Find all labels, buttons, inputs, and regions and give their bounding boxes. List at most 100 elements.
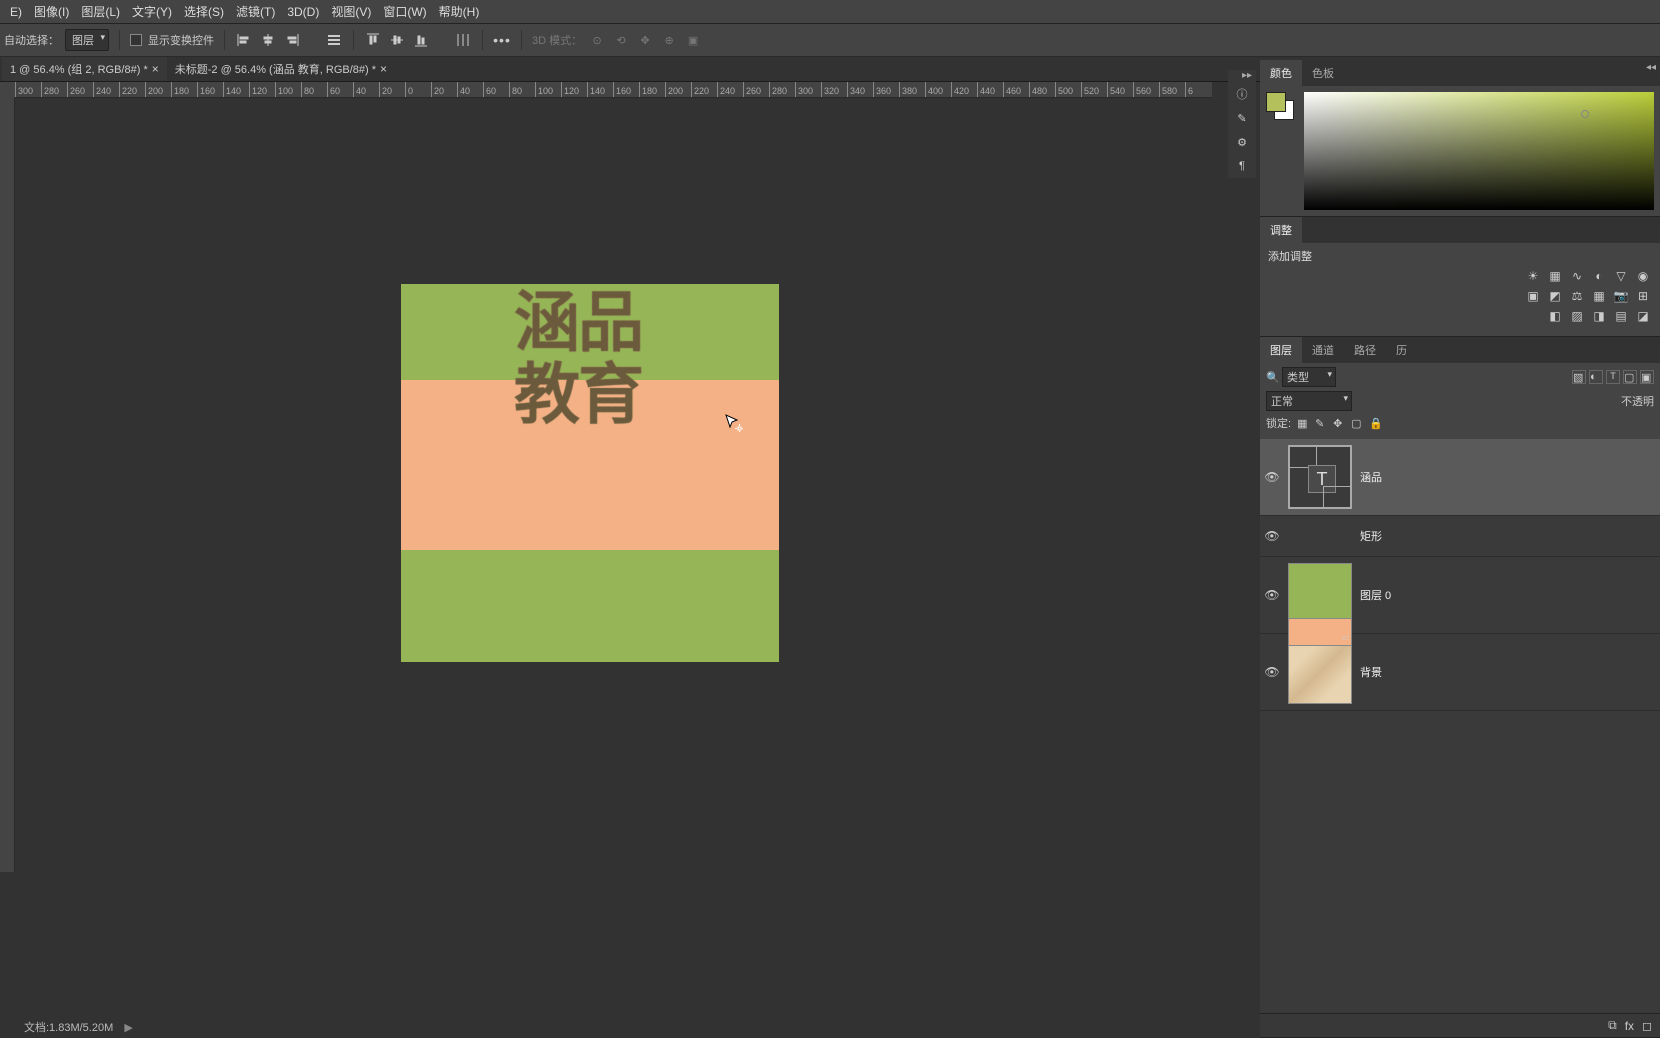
menu-window[interactable]: 窗口(W) [377, 0, 432, 23]
curves-icon[interactable]: ∿ [1568, 268, 1586, 284]
camera-icon[interactable]: 📷 [1612, 288, 1630, 304]
visibility-icon[interactable]: 👁 [1264, 529, 1280, 543]
tab-color[interactable]: 颜色 [1260, 60, 1302, 86]
align-right-icon[interactable] [283, 31, 301, 49]
align-bottom-icon[interactable] [412, 31, 430, 49]
tab-history[interactable]: 历 [1386, 337, 1417, 363]
menu-select[interactable]: 选择(S) [178, 0, 230, 23]
invert-icon[interactable]: ◧ [1546, 308, 1564, 324]
layer-mask-icon[interactable]: ◻ [1642, 1019, 1652, 1033]
filter-adjust-icon[interactable]: ◐ [1589, 370, 1603, 384]
show-transform-checkbox[interactable] [130, 34, 142, 46]
menu-edit[interactable]: E) [4, 2, 28, 22]
gradient-map-icon[interactable]: ▤ [1612, 308, 1630, 324]
3d-camera-icon[interactable]: ▣ [684, 31, 702, 49]
tab-adjustments[interactable]: 调整 [1260, 217, 1302, 243]
photo-filter-icon[interactable]: ◩ [1546, 288, 1564, 304]
align-top-icon[interactable] [364, 31, 382, 49]
bw-icon[interactable]: ▣ [1524, 288, 1542, 304]
lock-all-icon[interactable]: 🔒 [1369, 417, 1381, 430]
visibility-icon[interactable]: 👁 [1264, 665, 1280, 679]
3d-pan-icon[interactable]: ✥ [636, 31, 654, 49]
layer-filter-dropdown[interactable]: 类型 [1282, 367, 1336, 387]
visibility-icon[interactable]: 👁 [1264, 588, 1280, 602]
filter-shape-icon[interactable]: ▢ [1623, 370, 1637, 384]
tab-layers[interactable]: 图层 [1260, 337, 1302, 363]
filter-type-icon[interactable]: T [1606, 370, 1620, 384]
vertical-ruler[interactable] [0, 98, 15, 872]
adjust-icon[interactable]: ⚙ [1228, 130, 1256, 154]
tab-swatches[interactable]: 色板 [1302, 60, 1344, 86]
tab-label: 1 @ 56.4% (组 2, RGB/8#) * [10, 61, 148, 77]
vibrance-icon[interactable]: ▽ [1612, 268, 1630, 284]
canvas-area[interactable]: 涵品教育 [15, 98, 1212, 872]
collapse-panels-icon[interactable]: ◂◂ [1646, 62, 1656, 73]
fg-bg-swatches[interactable] [1266, 92, 1296, 122]
menu-layer[interactable]: 图层(L) [75, 0, 126, 23]
layer-row[interactable]: 👁 ▱ 矩形 [1260, 516, 1660, 557]
tab-paths[interactable]: 路径 [1344, 337, 1386, 363]
menu-3d[interactable]: 3D(D) [281, 2, 325, 22]
menu-image[interactable]: 图像(I) [28, 0, 75, 23]
shape-thumb: ▱ [1288, 618, 1352, 646]
strip-expand-icon[interactable]: ▸▸ [1228, 70, 1256, 82]
filter-pixel-icon[interactable]: ▧ [1572, 370, 1586, 384]
ruler-tick: 180 [171, 82, 189, 98]
more-options-icon[interactable]: ••• [493, 31, 511, 49]
channel-mixer-icon[interactable]: ⚖ [1568, 288, 1586, 304]
status-bar: 文档:1.83M/5.20M ▶ [0, 1018, 1212, 1038]
horizontal-ruler[interactable]: 3002802602402202001801601401201008060402… [15, 82, 1212, 98]
menu-filter[interactable]: 滤镜(T) [230, 0, 281, 23]
foreground-color-swatch[interactable] [1266, 92, 1286, 112]
filter-smart-icon[interactable]: ▣ [1640, 370, 1654, 384]
link-layers-icon[interactable]: ⧉ [1608, 1018, 1617, 1033]
color-picker[interactable] [1304, 92, 1654, 210]
selective-color-icon[interactable]: ◪ [1634, 308, 1652, 324]
hue-icon[interactable]: ◉ [1634, 268, 1652, 284]
lock-move-icon[interactable]: ✥ [1333, 417, 1345, 430]
ruler-tick: 0 [405, 82, 413, 98]
exposure-icon[interactable]: ◐ [1590, 268, 1608, 284]
info-icon[interactable]: ⓘ [1228, 82, 1256, 106]
close-icon[interactable]: × [152, 62, 159, 76]
layer-name[interactable]: 背景 [1360, 664, 1382, 680]
3d-slide-icon[interactable]: ⊕ [660, 31, 678, 49]
levels-icon[interactable]: ▦ [1546, 268, 1564, 284]
distribute-icon[interactable] [454, 31, 472, 49]
menu-view[interactable]: 视图(V) [325, 0, 377, 23]
tab-channels[interactable]: 通道 [1302, 337, 1344, 363]
blend-mode-dropdown[interactable]: 正常 [1266, 391, 1352, 411]
menu-help[interactable]: 帮助(H) [433, 0, 486, 23]
canvas[interactable]: 涵品教育 [401, 284, 779, 662]
align-center-v-icon[interactable] [388, 31, 406, 49]
document-tab[interactable]: 1 @ 56.4% (组 2, RGB/8#) * × [2, 57, 167, 81]
visibility-icon[interactable]: 👁 [1264, 470, 1280, 484]
3d-rotate-icon[interactable]: ⟲ [612, 31, 630, 49]
3d-orbit-icon[interactable]: ⊙ [588, 31, 606, 49]
close-icon[interactable]: × [380, 62, 387, 76]
align-justify-icon[interactable] [325, 31, 343, 49]
threshold-icon[interactable]: ◨ [1590, 308, 1608, 324]
brush-icon[interactable]: ✎ [1228, 106, 1256, 130]
layer-row[interactable]: 👁 T 涵品 [1260, 439, 1660, 516]
paragraph-icon[interactable]: ¶ [1228, 154, 1256, 178]
layer-name[interactable]: 涵品 [1360, 469, 1382, 485]
align-center-h-icon[interactable] [259, 31, 277, 49]
menu-text[interactable]: 文字(Y) [126, 0, 178, 23]
lock-transparent-icon[interactable]: ▦ [1297, 417, 1309, 430]
brightness-icon[interactable]: ☀ [1524, 268, 1542, 284]
ruler-tick: 460 [1003, 82, 1021, 98]
layer-fx-icon[interactable]: fx [1625, 1019, 1634, 1033]
status-arrow-icon[interactable]: ▶ [124, 1022, 132, 1034]
align-left-icon[interactable] [235, 31, 253, 49]
lock-artboard-icon[interactable]: ▢ [1351, 417, 1363, 430]
lut-icon[interactable]: ⊞ [1634, 288, 1652, 304]
separator [353, 30, 354, 50]
color-lookup-icon[interactable]: ▦ [1590, 288, 1608, 304]
auto-select-dropdown[interactable]: 图层 [65, 29, 109, 51]
posterize-icon[interactable]: ▨ [1568, 308, 1586, 324]
layer-name[interactable]: 图层 0 [1360, 587, 1391, 603]
document-tab-active[interactable]: 未标题-2 @ 56.4% (涵品 教育, RGB/8#) * × [167, 57, 395, 81]
lock-brush-icon[interactable]: ✎ [1315, 417, 1327, 430]
layer-name[interactable]: 矩形 [1360, 528, 1382, 544]
